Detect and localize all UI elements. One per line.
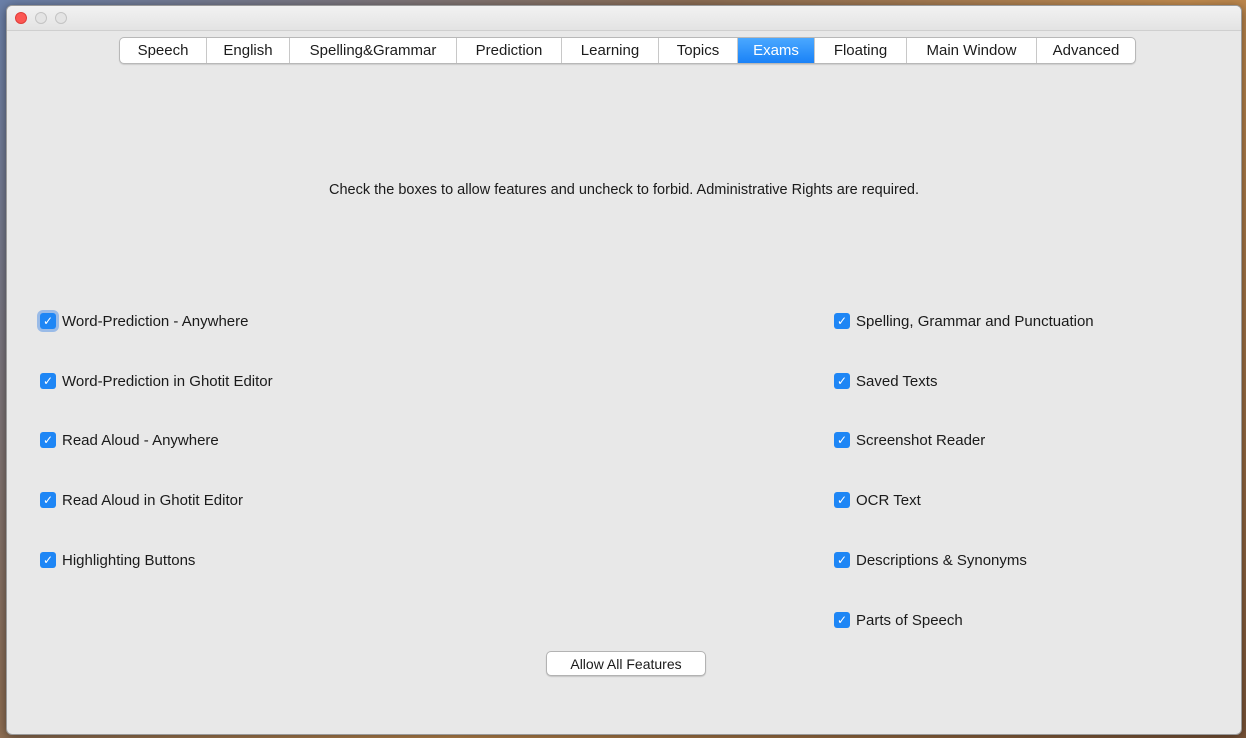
close-window-button[interactable] — [15, 12, 27, 24]
checkbox-checked-icon[interactable]: ✓ — [834, 373, 850, 389]
preferences-tab-bar: Speech English Spelling&Grammar Predicti… — [119, 37, 1136, 64]
instruction-text: Check the boxes to allow features and un… — [329, 182, 919, 198]
feature-word-prediction-ghotit-editor[interactable]: ✓ Word-Prediction in Ghotit Editor — [40, 370, 273, 392]
checkbox-checked-icon[interactable]: ✓ — [40, 432, 56, 448]
feature-spelling-grammar-punctuation[interactable]: ✓ Spelling, Grammar and Punctuation — [834, 310, 1094, 332]
feature-highlighting-buttons[interactable]: ✓ Highlighting Buttons — [40, 549, 195, 571]
feature-label: Parts of Speech — [856, 611, 963, 629]
checkbox-checked-icon[interactable]: ✓ — [834, 492, 850, 508]
feature-label: Descriptions & Synonyms — [856, 551, 1027, 569]
title-bar — [7, 6, 1241, 31]
tab-learning[interactable]: Learning — [562, 38, 659, 63]
feature-label: Saved Texts — [856, 372, 938, 390]
feature-label: Screenshot Reader — [856, 431, 986, 449]
tab-prediction[interactable]: Prediction — [457, 38, 562, 63]
checkbox-checked-icon[interactable]: ✓ — [834, 432, 850, 448]
tab-spelling-grammar[interactable]: Spelling&Grammar — [290, 38, 457, 63]
tab-advanced[interactable]: Advanced — [1037, 38, 1135, 63]
tab-speech[interactable]: Speech — [120, 38, 207, 63]
feature-read-aloud-anywhere[interactable]: ✓ Read Aloud - Anywhere — [40, 429, 219, 451]
feature-label: Word-Prediction - Anywhere — [62, 312, 249, 330]
checkbox-checked-icon[interactable]: ✓ — [40, 552, 56, 568]
tab-topics[interactable]: Topics — [659, 38, 738, 63]
feature-screenshot-reader[interactable]: ✓ Screenshot Reader — [834, 429, 985, 451]
tab-main-window[interactable]: Main Window — [907, 38, 1037, 63]
preferences-window: Speech English Spelling&Grammar Predicti… — [6, 5, 1242, 735]
tab-exams[interactable]: Exams — [738, 38, 815, 63]
feature-read-aloud-ghotit-editor[interactable]: ✓ Read Aloud in Ghotit Editor — [40, 489, 243, 511]
checkbox-checked-icon[interactable]: ✓ — [834, 313, 850, 329]
checkbox-checked-icon[interactable]: ✓ — [834, 552, 850, 568]
feature-label: Spelling, Grammar and Punctuation — [856, 312, 1094, 330]
checkbox-checked-icon[interactable]: ✓ — [40, 373, 56, 389]
checkbox-checked-icon[interactable]: ✓ — [834, 612, 850, 628]
tab-floating[interactable]: Floating — [815, 38, 907, 63]
checkbox-checked-icon[interactable]: ✓ — [40, 313, 56, 329]
checkbox-checked-icon[interactable]: ✓ — [40, 492, 56, 508]
feature-label: Word-Prediction in Ghotit Editor — [62, 372, 273, 390]
feature-label: Highlighting Buttons — [62, 551, 196, 569]
feature-saved-texts[interactable]: ✓ Saved Texts — [834, 370, 937, 392]
feature-label: OCR Text — [856, 491, 921, 509]
minimize-window-button[interactable] — [35, 12, 47, 24]
feature-parts-of-speech[interactable]: ✓ Parts of Speech — [834, 609, 963, 631]
maximize-window-button[interactable] — [55, 12, 67, 24]
feature-label: Read Aloud in Ghotit Editor — [62, 491, 243, 509]
feature-descriptions-synonyms[interactable]: ✓ Descriptions & Synonyms — [834, 549, 1027, 571]
allow-all-features-button[interactable]: Allow All Features — [546, 651, 706, 676]
feature-ocr-text[interactable]: ✓ OCR Text — [834, 489, 921, 511]
tab-english[interactable]: English — [207, 38, 290, 63]
feature-word-prediction-anywhere[interactable]: ✓ Word-Prediction - Anywhere — [40, 310, 248, 332]
feature-label: Read Aloud - Anywhere — [62, 431, 219, 449]
